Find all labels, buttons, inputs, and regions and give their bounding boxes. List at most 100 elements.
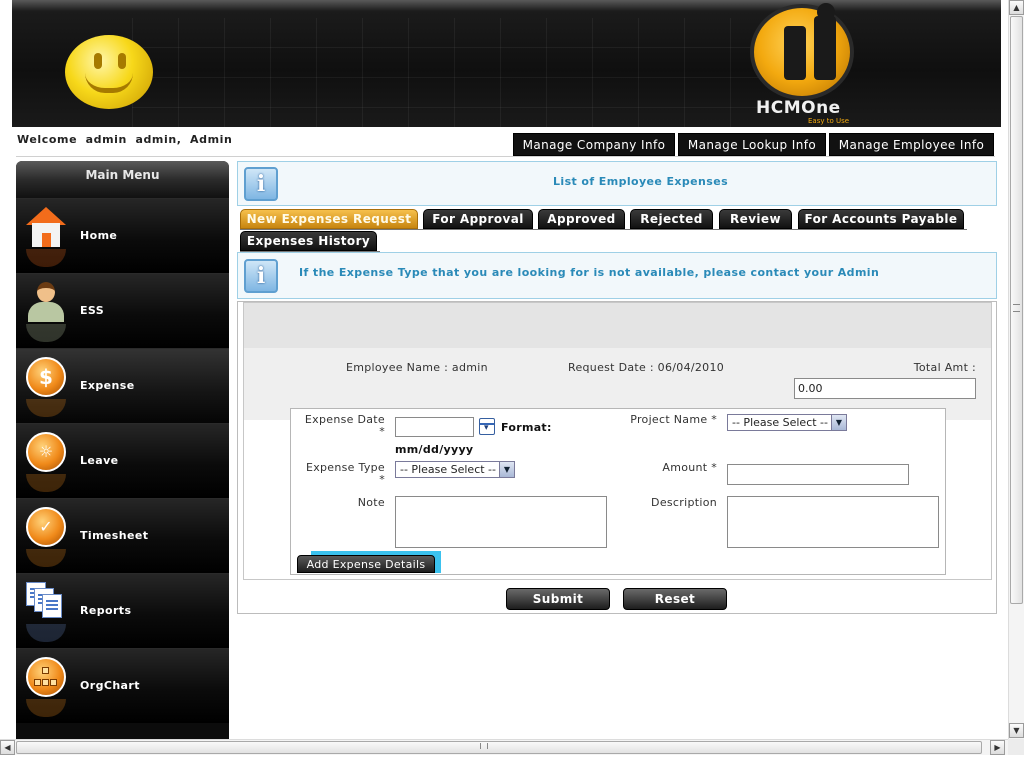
- tab-approved[interactable]: Approved: [538, 209, 625, 229]
- total-amt-field[interactable]: [794, 378, 976, 399]
- scroll-left-icon[interactable]: ◀: [0, 740, 15, 755]
- page-header-panel: i List of Employee Expenses: [237, 161, 997, 206]
- sidebar-item-ess[interactable]: ESS: [16, 273, 229, 348]
- project-name-select[interactable]: -- Please Select -- ▼: [727, 414, 847, 431]
- expense-form-panel: Employee Name : admin Request Date : 06/…: [243, 302, 992, 580]
- format-value: mm/dd/yyyy: [395, 443, 474, 456]
- project-name-label: Project Name *: [630, 413, 717, 426]
- horizontal-scrollbar[interactable]: ◀ ▶: [0, 739, 1008, 755]
- sidebar-item-expense[interactable]: $ Expense: [16, 348, 229, 423]
- scrollbar-corner: [1008, 739, 1024, 755]
- note-textarea[interactable]: [395, 496, 607, 548]
- expense-type-select-value: -- Please Select --: [400, 463, 496, 476]
- dollar-coin-icon-reflection: [26, 399, 66, 417]
- scroll-grip-icon: [480, 743, 488, 749]
- tab-for-approval[interactable]: For Approval: [423, 209, 533, 229]
- vertical-scrollbar[interactable]: ▲ ▼: [1008, 0, 1024, 739]
- project-name-select-value: -- Please Select --: [732, 416, 828, 429]
- horizontal-scroll-thumb[interactable]: [16, 741, 982, 754]
- welcome-last-name: admin,: [135, 133, 182, 146]
- tab-strip-line: [240, 229, 967, 230]
- form-header-band: [244, 303, 991, 348]
- sidebar-item-label: OrgChart: [80, 679, 140, 692]
- total-amt-label: Total Amt :: [913, 361, 976, 374]
- chevron-down-icon: ▼: [831, 415, 846, 430]
- sidebar-item-label: Home: [80, 229, 118, 242]
- sidebar-item-timesheet[interactable]: ✓ Timesheet: [16, 498, 229, 573]
- welcome-role: Admin: [190, 133, 233, 146]
- home-icon: [26, 207, 66, 247]
- scroll-down-icon[interactable]: ▼: [1009, 723, 1024, 738]
- timesheet-coin-icon: ✓: [26, 507, 66, 547]
- expense-date-required-mark: *: [379, 425, 385, 438]
- tab-expenses-history[interactable]: Expenses History: [240, 231, 377, 251]
- sidebar-item-home[interactable]: Home: [16, 198, 229, 273]
- expense-type-select[interactable]: -- Please Select -- ▼: [395, 461, 515, 478]
- expense-request-form: Employee Name : admin Request Date : 06/…: [237, 301, 997, 614]
- expense-details-box: Expense Date * Format: mm/dd/yyyy Projec…: [290, 408, 946, 575]
- manage-company-info-button[interactable]: Manage Company Info: [513, 133, 675, 156]
- info-icon: i: [244, 259, 278, 293]
- brand-logo-dot: [817, 3, 835, 21]
- person-icon: [26, 282, 66, 322]
- timesheet-coin-icon-reflection: [26, 549, 66, 567]
- leave-coin-icon: ☼: [26, 432, 66, 472]
- manage-employee-info-button[interactable]: Manage Employee Info: [829, 133, 994, 156]
- header-divider: [16, 156, 995, 157]
- orgchart-icon: [26, 657, 66, 697]
- welcome-first-name: admin: [85, 133, 127, 146]
- page-title: List of Employee Expenses: [553, 175, 729, 188]
- sidebar-item-label: Reports: [80, 604, 132, 617]
- chevron-down-icon: ▼: [499, 462, 514, 477]
- banner-top-strip: [12, 0, 1001, 10]
- sidebar-item-label: Timesheet: [80, 529, 149, 542]
- sidebar-item-label: Leave: [80, 454, 119, 467]
- tab-rejected[interactable]: Rejected: [630, 209, 713, 229]
- welcome-text: Welcome admin admin, Admin: [17, 133, 236, 146]
- note-label: Note: [357, 496, 385, 509]
- expense-type-required-mark: *: [379, 473, 385, 486]
- leave-coin-icon-reflection: [26, 474, 66, 492]
- description-textarea[interactable]: [727, 496, 939, 548]
- sidebar: Main Menu Home ESS $ Expense ☼ Leave ✓ T…: [16, 161, 229, 741]
- add-expense-details-button[interactable]: Add Expense Details: [297, 555, 435, 573]
- brand-tagline: Easy to Use: [808, 117, 850, 125]
- expense-type-notice: If the Expense Type that you are looking…: [299, 266, 880, 279]
- reports-icon: [26, 582, 66, 622]
- calendar-icon[interactable]: [479, 418, 495, 435]
- sidebar-item-label: ESS: [80, 304, 105, 317]
- header-banner: HCMOne Easy to Use: [12, 0, 1001, 127]
- smiley-icon: [65, 35, 153, 109]
- submit-button[interactable]: Submit: [506, 588, 610, 610]
- manage-lookup-info-button[interactable]: Manage Lookup Info: [678, 133, 826, 156]
- banner-pattern: [132, 18, 772, 127]
- request-date-label: Request Date : 06/04/2010: [568, 361, 725, 374]
- reset-button[interactable]: Reset: [623, 588, 727, 610]
- reports-icon-reflection: [26, 624, 66, 642]
- amount-label: Amount *: [662, 461, 717, 474]
- brand-logo-letter: [784, 26, 806, 80]
- scroll-up-icon[interactable]: ▲: [1009, 0, 1024, 15]
- scroll-right-icon[interactable]: ▶: [990, 740, 1005, 755]
- brand-logo-letter: [814, 16, 836, 80]
- sidebar-item-reports[interactable]: Reports: [16, 573, 229, 648]
- employee-name-label: Employee Name : admin: [346, 361, 488, 374]
- main-menu-title: Main Menu: [16, 161, 229, 198]
- welcome-prefix: Welcome: [17, 133, 78, 146]
- tab-review[interactable]: Review: [719, 209, 792, 229]
- tab-for-accounts-payable[interactable]: For Accounts Payable: [798, 209, 964, 229]
- orgchart-icon-reflection: [26, 699, 66, 717]
- person-icon-reflection: [26, 324, 66, 342]
- notice-panel: i If the Expense Type that you are looki…: [237, 252, 997, 299]
- tab-new-expenses-request[interactable]: New Expenses Request: [240, 209, 418, 229]
- sidebar-item-label: Expense: [80, 379, 135, 392]
- dollar-coin-icon: $: [26, 357, 66, 397]
- sidebar-item-orgchart[interactable]: OrgChart: [16, 648, 229, 723]
- brand-name: HCMOne: [756, 98, 841, 118]
- format-label: Format:: [501, 421, 552, 434]
- expense-date-field[interactable]: [395, 417, 474, 437]
- scroll-grip-icon: [1013, 304, 1020, 312]
- sidebar-item-leave[interactable]: ☼ Leave: [16, 423, 229, 498]
- amount-field[interactable]: [727, 464, 909, 485]
- info-icon: i: [244, 167, 278, 201]
